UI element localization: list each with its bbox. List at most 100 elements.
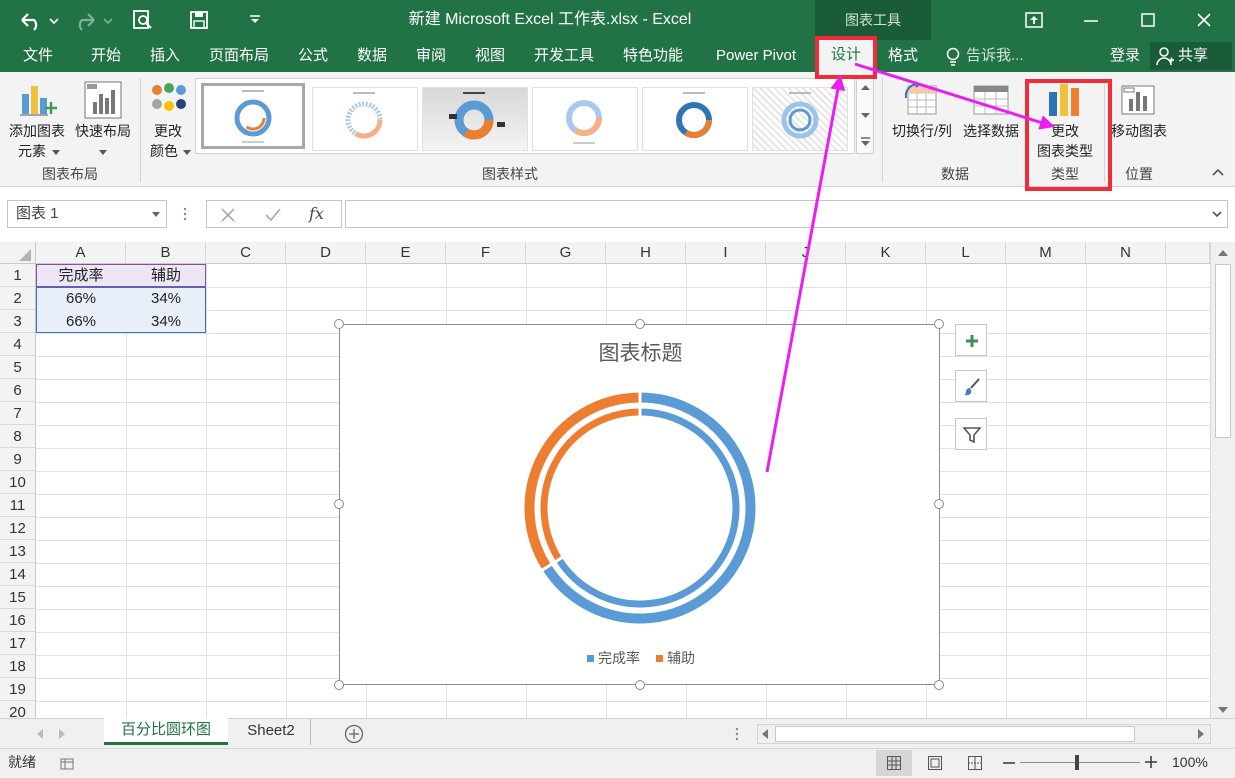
column-header-i[interactable]: I bbox=[686, 242, 766, 264]
row-header-8[interactable]: 8 bbox=[0, 425, 36, 448]
row-header-17[interactable]: 17 bbox=[0, 632, 36, 655]
vertical-scroll-thumb[interactable] bbox=[1215, 264, 1231, 438]
gallery-up-icon[interactable] bbox=[861, 85, 870, 91]
column-header-c[interactable]: C bbox=[206, 242, 286, 264]
row-header-12[interactable]: 12 bbox=[0, 517, 36, 540]
chart-style-2[interactable] bbox=[312, 87, 418, 151]
row-header-11[interactable]: 11 bbox=[0, 494, 36, 517]
gallery-down-icon[interactable] bbox=[861, 113, 870, 119]
horizontal-scroll-thumb[interactable] bbox=[775, 726, 1135, 742]
select-data-button[interactable]: 选择数据 bbox=[958, 76, 1024, 160]
zoom-out-icon[interactable] bbox=[1003, 762, 1015, 764]
quick-layout-button[interactable]: 快速布局 bbox=[70, 76, 136, 160]
sheet-scroll-left-icon[interactable] bbox=[36, 729, 44, 739]
chart-object[interactable]: 图表标题 完成率 辅助 bbox=[339, 324, 940, 685]
gallery-more-icon[interactable] bbox=[861, 137, 870, 146]
column-header-n[interactable]: N bbox=[1086, 242, 1166, 264]
chart-filters-button[interactable] bbox=[955, 418, 987, 450]
tab-power-pivot[interactable]: Power Pivot bbox=[703, 40, 809, 72]
ribbon-display-options-icon[interactable] bbox=[1025, 12, 1043, 28]
change-colors-button[interactable]: 更改 颜色 bbox=[143, 76, 193, 160]
page-layout-view-icon[interactable] bbox=[928, 756, 942, 770]
chart-style-4[interactable] bbox=[532, 87, 638, 151]
tab-file[interactable]: 文件 bbox=[10, 40, 66, 72]
enter-checkmark-icon[interactable] bbox=[265, 208, 281, 222]
chart-style-5[interactable] bbox=[642, 87, 748, 151]
resize-handle-top-left[interactable] bbox=[334, 319, 344, 329]
row-header-15[interactable]: 15 bbox=[0, 586, 36, 609]
column-header-a[interactable]: A bbox=[36, 242, 126, 264]
sign-in-link[interactable]: 登录 bbox=[1104, 40, 1146, 72]
tab-format[interactable]: 格式 bbox=[880, 40, 926, 72]
column-header-partial[interactable] bbox=[1166, 242, 1210, 264]
tab-review[interactable]: 审阅 bbox=[406, 40, 456, 72]
tab-special-features[interactable]: 特色功能 bbox=[612, 40, 694, 72]
tab-home[interactable]: 开始 bbox=[80, 40, 132, 72]
chart-legend[interactable]: 完成率 辅助 bbox=[585, 649, 705, 669]
row-header-1[interactable]: 1 bbox=[0, 264, 36, 287]
row-header-18[interactable]: 18 bbox=[0, 655, 36, 678]
column-header-g[interactable]: G bbox=[526, 242, 606, 264]
new-sheet-icon[interactable] bbox=[344, 724, 364, 744]
column-header-k[interactable]: K bbox=[846, 242, 926, 264]
tab-view[interactable]: 视图 bbox=[465, 40, 515, 72]
row-header-4[interactable]: 4 bbox=[0, 333, 36, 356]
row-header-6[interactable]: 6 bbox=[0, 379, 36, 402]
hscroll-right-icon[interactable] bbox=[1198, 729, 1205, 739]
name-box-dropdown-icon[interactable] bbox=[152, 212, 160, 218]
chart-title[interactable]: 图表标题 bbox=[340, 337, 941, 367]
resize-handle-bottom-right[interactable] bbox=[934, 680, 944, 690]
chart-style-1[interactable] bbox=[201, 83, 305, 149]
sheet-tab-percent-donut[interactable]: 百分比圆环图 bbox=[104, 718, 228, 745]
row-header-2[interactable]: 2 bbox=[0, 287, 36, 310]
resize-handle-right[interactable] bbox=[934, 499, 944, 509]
tab-formulas[interactable]: 公式 bbox=[288, 40, 338, 72]
page-break-view-icon[interactable] bbox=[968, 756, 982, 770]
scroll-up-icon[interactable] bbox=[1218, 250, 1228, 257]
tell-me-search[interactable]: 告诉我... bbox=[966, 40, 1036, 72]
redo-icon[interactable] bbox=[74, 10, 118, 32]
row-header-19[interactable]: 19 bbox=[0, 678, 36, 701]
row-header-14[interactable]: 14 bbox=[0, 563, 36, 586]
undo-icon[interactable] bbox=[18, 10, 62, 32]
insert-function-button[interactable]: fx bbox=[309, 201, 324, 227]
cell-b3[interactable]: 34% bbox=[126, 310, 206, 333]
cell-a3[interactable]: 66% bbox=[36, 310, 126, 333]
sheet-tab-sheet2[interactable]: Sheet2 bbox=[232, 719, 311, 745]
tab-page-layout[interactable]: 页面布局 bbox=[200, 40, 278, 72]
resize-handle-bottom[interactable] bbox=[635, 680, 645, 690]
zoom-slider-thumb[interactable] bbox=[1075, 755, 1079, 770]
chart-style-6[interactable] bbox=[752, 87, 848, 151]
row-header-3[interactable]: 3 bbox=[0, 310, 36, 333]
save-icon[interactable] bbox=[189, 10, 209, 30]
tab-splitter-icon[interactable] bbox=[735, 727, 739, 741]
name-box[interactable]: 图表 1 bbox=[7, 200, 167, 228]
resize-handle-bottom-left[interactable] bbox=[334, 680, 344, 690]
sheet-scroll-right-icon[interactable] bbox=[58, 729, 66, 739]
column-header-h[interactable]: H bbox=[606, 242, 686, 264]
row-header-16[interactable]: 16 bbox=[0, 609, 36, 632]
cell-b2[interactable]: 34% bbox=[126, 287, 206, 310]
normal-view-button[interactable] bbox=[876, 750, 912, 776]
close-icon[interactable] bbox=[1196, 12, 1212, 28]
tab-insert[interactable]: 插入 bbox=[140, 40, 190, 72]
column-header-f[interactable]: F bbox=[446, 242, 526, 264]
doughnut-plot[interactable] bbox=[500, 385, 780, 635]
cancel-icon[interactable] bbox=[221, 208, 235, 222]
resize-handle-top-right[interactable] bbox=[934, 319, 944, 329]
maximize-icon[interactable] bbox=[1140, 12, 1156, 28]
row-header-10[interactable]: 10 bbox=[0, 471, 36, 494]
collapse-ribbon-icon[interactable] bbox=[1212, 168, 1224, 176]
gallery-scroll[interactable] bbox=[856, 78, 874, 154]
expand-formula-bar-icon[interactable] bbox=[1212, 211, 1222, 218]
resize-handle-left[interactable] bbox=[334, 499, 344, 509]
formula-input[interactable] bbox=[345, 200, 1228, 228]
zoom-in-icon[interactable] bbox=[1145, 756, 1157, 768]
column-header-b[interactable]: B bbox=[126, 242, 206, 264]
cell-b1[interactable]: 辅助 bbox=[126, 264, 206, 287]
column-header-l[interactable]: L bbox=[926, 242, 1006, 264]
column-header-d[interactable]: D bbox=[286, 242, 366, 264]
chart-elements-button[interactable] bbox=[955, 324, 987, 356]
cell-a1[interactable]: 完成率 bbox=[36, 264, 126, 287]
hscroll-left-icon[interactable] bbox=[762, 729, 769, 739]
